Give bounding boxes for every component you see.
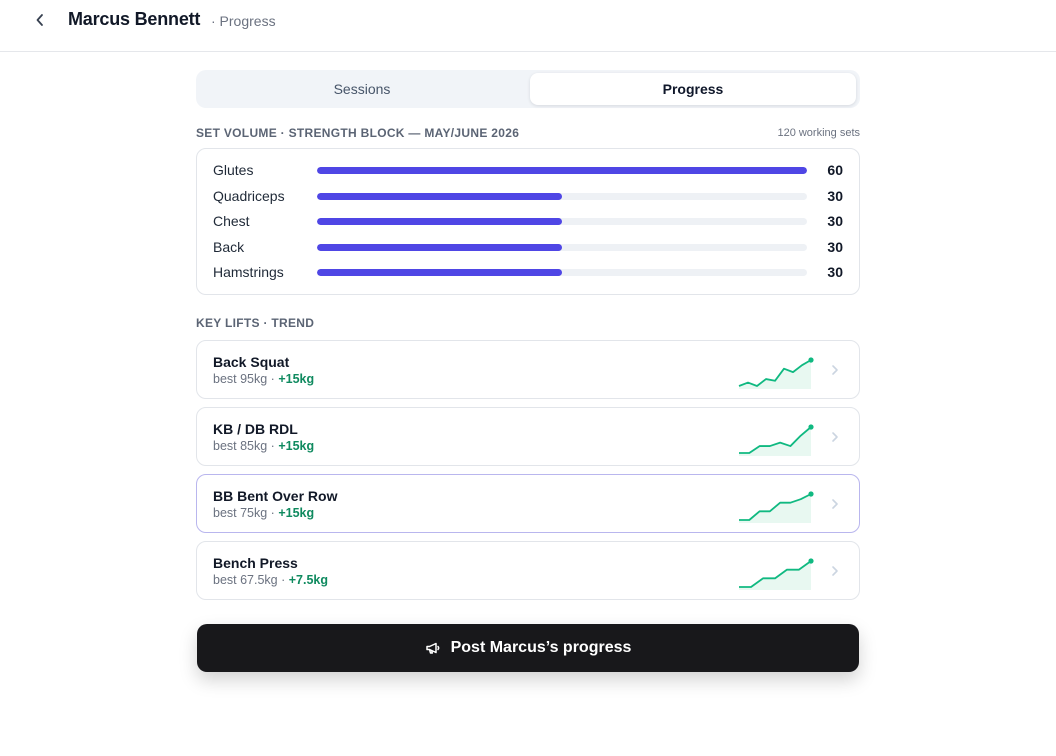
volume-bar-track [317,243,807,251]
volume-bar-fill [317,269,562,276]
tab-progress[interactable]: Progress [530,73,856,105]
lift-card[interactable]: Back Squat best 95kg · +15kg [196,340,860,399]
volume-bar-fill [317,192,562,200]
volume-row-hamstrings: Hamstrings 30 [213,262,843,282]
top-bar: Marcus Bennett · Progress [0,0,1056,52]
sparkline-end-point [808,558,814,564]
volume-bar-fill [317,243,562,251]
lift-best-value: best 85kg · [213,439,275,453]
volume-value: 30 [827,213,843,229]
volume-label: Back [213,238,245,255]
chevron-right-icon [832,365,838,375]
volume-value: 30 [827,238,843,255]
key-lifts-heading: KEY LIFTS · TREND [196,316,315,330]
volume-value: 30 [827,187,843,204]
lift-card[interactable]: BB Bent Over Row best 75kg · +15kg [196,474,860,533]
lift-name: Back Squat [213,354,290,370]
lift-name: KB / DB RDL [213,421,298,437]
lift-delta: +7.5kg [288,573,329,587]
lift-best: best 85kg · +15kg [213,439,314,453]
volume-label: Hamstrings [213,264,284,280]
lift-best: best 95kg · +15kg [213,372,314,386]
trend-sparkline [739,558,814,590]
chevron-right-icon [832,566,838,576]
sparkline-end-point [808,491,814,497]
volume-row-back: Back 30 [213,237,843,257]
lift-card[interactable]: KB / DB RDL best 85kg · +15kg [196,407,860,466]
lift-name: Bench Press [213,555,298,571]
lift-name: BB Bent Over Row [213,488,338,504]
page-title: Marcus Bennett [68,9,201,29]
lift-delta: +15kg [278,439,315,453]
volume-bar-fill [317,218,562,225]
lift-card[interactable]: Bench Press best 67.5kg · +7.5kg [196,541,860,600]
volume-row-chest: Chest 30 [213,211,843,231]
sparkline-end-point [808,357,814,363]
volume-bar-track [317,269,807,276]
volume-label: Chest [213,213,250,229]
sparkline-area [739,360,811,389]
volume-row-glutes: Glutes 60 [213,160,843,180]
working-sets-count: 120 working sets [777,127,860,139]
post-progress-button[interactable]: Post Marcus’s progress [197,624,859,672]
chevron-left-icon [36,14,43,26]
sparkline-area [739,561,811,590]
view-tabs: Sessions Progress [196,70,860,108]
trend-sparkline [739,491,814,523]
trend-sparkline [739,424,814,456]
volume-bar-track [317,218,807,225]
post-progress-label: Post Marcus’s progress [450,639,632,656]
volume-bar-track [317,167,807,174]
volume-value: 60 [827,162,843,178]
volume-label: Quadriceps [213,187,285,204]
lift-best: best 75kg · +15kg [213,506,314,520]
lift-delta: +15kg [278,506,315,520]
volume-row-quadriceps: Quadriceps 30 [213,186,843,206]
volume-value: 30 [827,264,843,280]
page-subtitle: · Progress [211,13,276,29]
lift-best-value: best 67.5kg · [213,573,286,587]
back-button[interactable] [28,8,52,32]
lift-best-value: best 95kg · [213,372,275,386]
volume-bar-track [317,192,807,200]
lift-best-value: best 75kg · [213,506,275,520]
set-volume-card: Glutes 60 Quadriceps 30 Chest 30 Back 30 Hamstri… [196,148,860,295]
tab-sessions[interactable]: Sessions [199,73,525,105]
megaphone-icon [425,642,439,654]
volume-label: Glutes [213,162,254,178]
sparkline-end-point [808,424,814,430]
lift-best: best 67.5kg · +7.5kg [213,573,328,587]
chevron-right-icon [832,499,838,509]
chevron-right-icon [832,432,838,442]
set-volume-heading: SET VOLUME · STRENGTH BLOCK — MAY/JUNE 2… [196,126,520,140]
lift-delta: +15kg [278,372,315,386]
volume-bar-fill [317,167,807,174]
trend-sparkline [738,357,814,389]
